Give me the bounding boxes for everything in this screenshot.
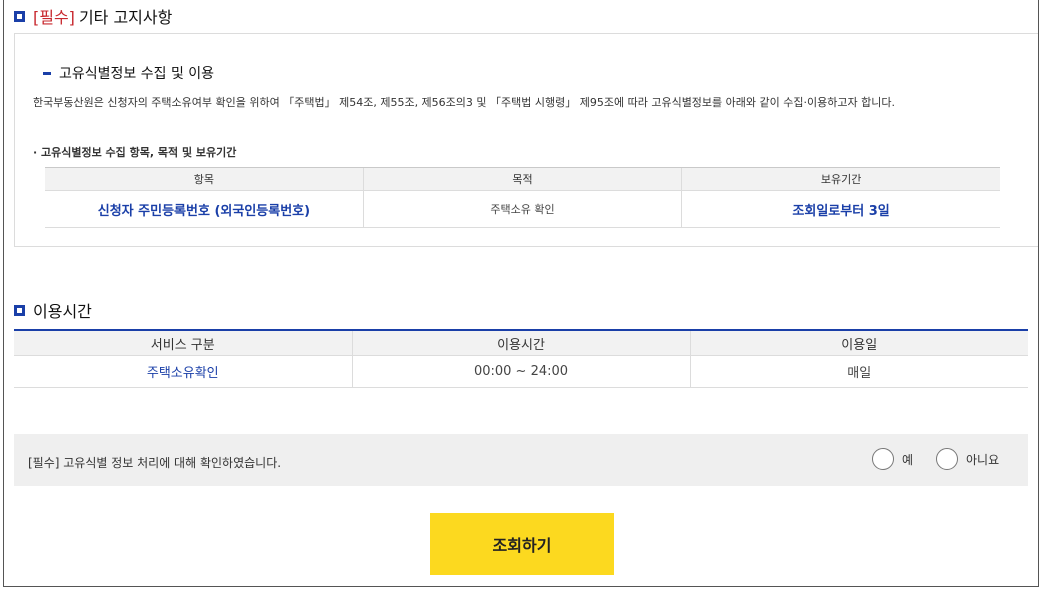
- notice-box: 고유식별정보 수집 및 이용 한국부동산원은 신청자의 주택소유여부 확인을 위…: [14, 33, 1038, 247]
- column-header: 이용일: [689, 329, 1028, 356]
- square-bullet-icon: [14, 10, 25, 22]
- radio-circle-icon[interactable]: [872, 448, 894, 470]
- sub-title: 고유식별정보 수집 및 이용: [43, 63, 214, 83]
- table-row: 주택소유확인 00:00 ~ 24:00 매일: [14, 355, 1028, 388]
- consent-bar: [필수] 고유식별 정보 처리에 대해 확인하였습니다. 예 아니요: [14, 434, 1028, 486]
- consent-no-label: 아니요: [966, 452, 1000, 467]
- table-cell: 매일: [689, 355, 1028, 388]
- table-cell: 신청자 주민등록번호 (외국인등록번호): [45, 190, 364, 228]
- consent-yes-label: 예: [902, 452, 914, 467]
- table-caption: · 고유식별정보 수집 항목, 목적 및 보유기간: [33, 146, 237, 159]
- column-header: 서비스 구분: [14, 329, 352, 356]
- section-notice-header: [필수] 기타 고지사항: [14, 4, 172, 28]
- column-header: 목적: [362, 167, 682, 191]
- radio-circle-icon[interactable]: [936, 448, 958, 470]
- required-tag: [필수]: [33, 8, 75, 27]
- service-hours-table: 서비스 구분 이용시간 이용일 주택소유확인 00:00 ~ 24:00 매일: [14, 329, 1028, 388]
- table-cell: 00:00 ~ 24:00: [351, 355, 690, 388]
- table-cell: 조회일로부터 3일: [681, 190, 1000, 228]
- search-button[interactable]: 조회하기: [430, 513, 614, 575]
- section-hours-title: 이용시간: [33, 302, 92, 321]
- notice-description: 한국부동산원은 신청자의 주택소유여부 확인을 위하여 「주택법」 제54조, …: [33, 96, 895, 109]
- sub-title-text: 고유식별정보 수집 및 이용: [59, 66, 215, 82]
- table-cell: 주택소유 확인: [362, 190, 682, 228]
- column-header: 보유기간: [681, 167, 1000, 191]
- section-hours-header: 이용시간: [14, 298, 92, 322]
- service-name-link[interactable]: 주택소유확인: [14, 355, 352, 388]
- table-row: 신청자 주민등록번호 (외국인등록번호) 주택소유 확인 조회일로부터 3일: [45, 190, 1000, 228]
- consent-text: [필수] 고유식별 정보 처리에 대해 확인하였습니다.: [28, 456, 282, 470]
- consent-no-radio[interactable]: 아니요: [936, 448, 999, 470]
- id-info-table: 항목 목적 보유기간 신청자 주민등록번호 (외국인등록번호) 주택소유 확인 …: [45, 167, 1000, 228]
- dash-icon: [43, 71, 51, 75]
- square-bullet-icon: [14, 304, 25, 316]
- column-header: 이용시간: [351, 329, 690, 356]
- page-frame: [필수] 기타 고지사항 고유식별정보 수집 및 이용 한국부동산원은 신청자의…: [3, 0, 1039, 587]
- section-notice-title: 기타 고지사항: [78, 8, 173, 27]
- consent-yes-radio[interactable]: 예: [872, 448, 913, 470]
- column-header: 항목: [45, 167, 364, 191]
